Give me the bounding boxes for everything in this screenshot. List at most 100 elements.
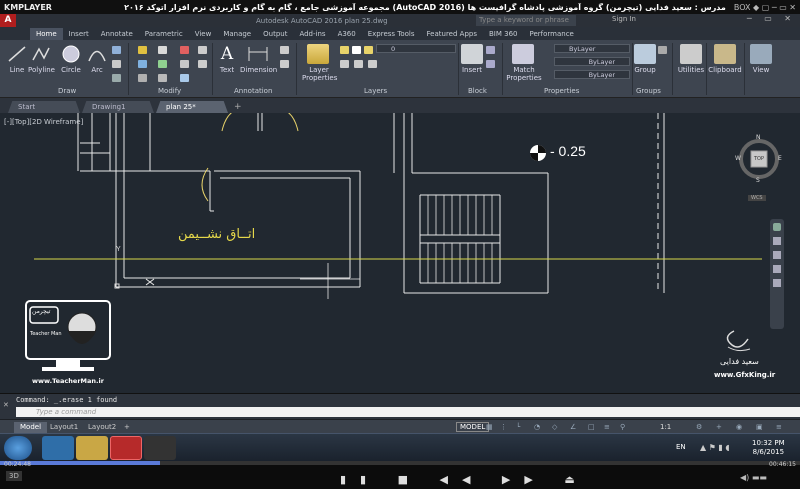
zoom-extents-icon[interactable] bbox=[773, 251, 781, 259]
tab-view[interactable]: View bbox=[189, 28, 218, 40]
copy-icon[interactable] bbox=[138, 60, 147, 68]
tab-add-ins[interactable]: Add-ins bbox=[293, 28, 331, 40]
groups-group-label[interactable]: Groups bbox=[636, 87, 661, 95]
properties-group-label[interactable]: Properties bbox=[544, 87, 579, 95]
viewcube-top-label[interactable]: TOP bbox=[754, 156, 764, 162]
rectangle-icon[interactable] bbox=[112, 46, 121, 54]
group-button[interactable]: Group bbox=[634, 44, 656, 74]
create-block-icon[interactable] bbox=[486, 46, 495, 54]
command-line-close-icon[interactable]: ✕ bbox=[3, 401, 9, 409]
line-button[interactable]: Line bbox=[6, 44, 28, 74]
drawing-canvas[interactable]: Y [-][Top][2D Wireframe] - 0.25 اتــاق ن… bbox=[0, 113, 800, 393]
file-explorer-icon[interactable] bbox=[76, 436, 108, 460]
media-player-icon[interactable] bbox=[144, 436, 176, 460]
layers-group-label[interactable]: Layers bbox=[364, 87, 387, 95]
start-button-icon[interactable] bbox=[4, 436, 32, 460]
region-icon[interactable] bbox=[112, 74, 121, 82]
leader-icon[interactable] bbox=[280, 46, 289, 54]
tab-insert[interactable]: Insert bbox=[63, 28, 95, 40]
annotation-group-label[interactable]: Annotation bbox=[234, 87, 272, 95]
osnap-track-icon[interactable]: ∠ bbox=[570, 423, 578, 431]
viewcube[interactable]: TOP N S E W bbox=[734, 133, 784, 189]
linetype-dropdown[interactable]: ByLayer bbox=[554, 57, 630, 66]
tab-annotate[interactable]: Annotate bbox=[95, 28, 139, 40]
arc-button[interactable]: Arc bbox=[86, 44, 108, 74]
table-icon[interactable] bbox=[280, 60, 289, 68]
stretch-icon[interactable] bbox=[138, 74, 147, 82]
lineweight-dropdown[interactable]: ByLayer bbox=[554, 70, 630, 79]
model-space-button[interactable]: MODEL bbox=[456, 422, 490, 432]
player-window-controls[interactable]: BOX ◆ ▢ ─ ▭ ✕ bbox=[734, 3, 796, 12]
showmotion-icon[interactable] bbox=[773, 279, 781, 287]
trim-icon[interactable] bbox=[180, 60, 189, 68]
isodraft-icon[interactable]: ◇ bbox=[552, 423, 560, 431]
plus-icon[interactable]: + bbox=[716, 423, 724, 431]
draw-group-label[interactable]: Draw bbox=[58, 87, 76, 95]
tab-parametric[interactable]: Parametric bbox=[139, 28, 189, 40]
layer-freeze-icon[interactable] bbox=[352, 46, 361, 54]
explode-icon[interactable] bbox=[198, 46, 207, 54]
hardware-accel-icon[interactable]: ▣ bbox=[756, 423, 764, 431]
circle-button[interactable]: Circle bbox=[60, 44, 82, 74]
annotation-scale[interactable]: 1:1 bbox=[660, 423, 674, 431]
new-tab-icon[interactable]: + bbox=[234, 101, 242, 113]
scale-icon[interactable] bbox=[158, 74, 167, 82]
customization-icon[interactable]: ≡ bbox=[776, 423, 784, 431]
tab-a360[interactable]: A360 bbox=[332, 28, 362, 40]
layer-tool-icon[interactable] bbox=[368, 60, 377, 68]
ortho-icon[interactable]: └ bbox=[516, 423, 524, 431]
playback-controls[interactable]: ▮▮ ■ ◀◀ ▶▶ ⏏ bbox=[340, 473, 589, 486]
internet-explorer-icon[interactable] bbox=[42, 436, 74, 460]
autocad-app-menu-icon[interactable]: A bbox=[0, 14, 16, 27]
layer-properties-button[interactable]: Layer Properties bbox=[302, 44, 337, 82]
offset-icon[interactable] bbox=[198, 60, 207, 68]
3d-mode-icon[interactable]: 3D bbox=[6, 471, 22, 481]
seek-bar[interactable] bbox=[0, 461, 800, 465]
erase-icon[interactable] bbox=[180, 46, 189, 54]
layer-on-icon[interactable] bbox=[340, 46, 349, 54]
color-dropdown[interactable]: ByLayer bbox=[554, 44, 630, 53]
layer-lock-icon[interactable] bbox=[364, 46, 373, 54]
move-icon[interactable] bbox=[138, 46, 147, 54]
pan-icon[interactable] bbox=[773, 237, 781, 245]
layer-tool-icon[interactable] bbox=[340, 60, 349, 68]
dimension-button[interactable]: Dimension bbox=[240, 44, 277, 74]
utilities-button[interactable]: Utilities bbox=[676, 44, 706, 74]
navigation-bar[interactable] bbox=[770, 219, 784, 329]
isolate-icon[interactable]: ◉ bbox=[736, 423, 744, 431]
mirror-icon[interactable] bbox=[158, 60, 167, 68]
layer-tool-icon[interactable] bbox=[354, 60, 363, 68]
sign-in-link[interactable]: Sign In bbox=[612, 15, 636, 23]
view-button[interactable]: View bbox=[750, 44, 772, 74]
file-tab-start[interactable]: Start bbox=[8, 101, 80, 113]
tray-icons[interactable]: ▲ ⚑ ▮ ◖ bbox=[700, 443, 730, 452]
osnap-icon[interactable]: □ bbox=[588, 423, 596, 431]
tab-home[interactable]: Home bbox=[30, 28, 63, 40]
hatch-icon[interactable] bbox=[112, 60, 121, 68]
text-button[interactable]: A Text bbox=[216, 44, 238, 74]
block-group-label[interactable]: Block bbox=[468, 87, 487, 95]
modify-group-label[interactable]: Modify bbox=[158, 87, 181, 95]
polyline-button[interactable]: Polyline bbox=[28, 44, 55, 74]
layer-dropdown[interactable]: 0 bbox=[376, 44, 456, 53]
autocad-taskbar-icon[interactable] bbox=[110, 436, 142, 460]
language-indicator[interactable]: EN bbox=[676, 443, 686, 451]
ungroup-icon[interactable] bbox=[658, 46, 667, 54]
tab-bim-360[interactable]: BIM 360 bbox=[483, 28, 524, 40]
snap-icon[interactable]: ⋮ bbox=[500, 423, 508, 431]
steering-wheel-icon[interactable] bbox=[773, 223, 781, 231]
taskbar-clock[interactable]: 10:32 PM 8/6/2015 bbox=[752, 439, 785, 457]
annotation-icon[interactable]: ⚲ bbox=[620, 423, 628, 431]
search-input[interactable]: Type a keyword or phrase bbox=[476, 15, 576, 26]
volume-icon[interactable]: ◀) ▬▬ bbox=[740, 473, 767, 482]
clipboard-button[interactable]: Clipboard bbox=[708, 44, 742, 74]
layout-tab-model[interactable]: Model bbox=[14, 422, 48, 433]
tab-manage[interactable]: Manage bbox=[217, 28, 257, 40]
workspace-gear-icon[interactable]: ⚙ bbox=[696, 423, 704, 431]
grid-icon[interactable]: ▦ bbox=[486, 423, 494, 431]
tab-performance[interactable]: Performance bbox=[523, 28, 579, 40]
tab-featured-apps[interactable]: Featured Apps bbox=[421, 28, 483, 40]
layout-tab-layout1[interactable]: Layout1 bbox=[44, 422, 84, 433]
layout-tab-layout2[interactable]: Layout2 bbox=[82, 422, 122, 433]
lineweight-icon[interactable]: ≡ bbox=[604, 423, 612, 431]
